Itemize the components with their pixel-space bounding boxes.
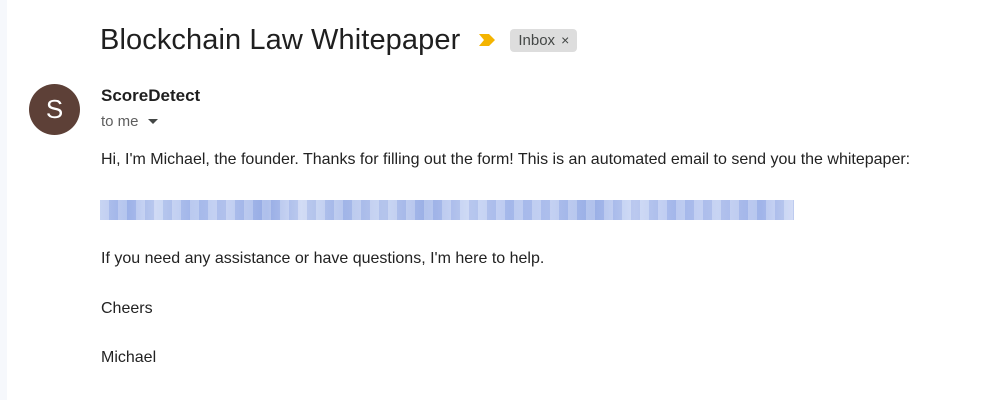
email-view: Blockchain Law Whitepaper Inbox × S Scor… bbox=[0, 0, 1000, 400]
redacted-whitepaper-link[interactable] bbox=[100, 200, 794, 220]
subject-row: Blockchain Law Whitepaper Inbox × bbox=[100, 18, 578, 62]
body-help: If you need any assistance or have quest… bbox=[101, 250, 545, 267]
recipient-text: to me bbox=[101, 113, 139, 130]
chevron-down-icon[interactable] bbox=[147, 119, 158, 124]
remove-label-icon[interactable]: × bbox=[561, 32, 569, 48]
importance-marker-icon[interactable] bbox=[478, 33, 496, 47]
body-signature: Michael bbox=[101, 349, 157, 366]
recipient-details-toggle[interactable]: to me bbox=[101, 113, 158, 130]
body-signoff: Cheers bbox=[101, 300, 153, 317]
inbox-label-chip[interactable]: Inbox × bbox=[510, 28, 578, 52]
body-intro: Hi, I'm Michael, the founder. Thanks for… bbox=[101, 151, 911, 168]
avatar-letter: S bbox=[45, 94, 64, 124]
sender-name[interactable]: ScoreDetect bbox=[101, 86, 200, 106]
sender-avatar[interactable]: S bbox=[29, 84, 80, 135]
left-edge-strip bbox=[0, 0, 7, 400]
inbox-label-text: Inbox bbox=[518, 31, 556, 49]
email-subject: Blockchain Law Whitepaper bbox=[100, 23, 461, 56]
